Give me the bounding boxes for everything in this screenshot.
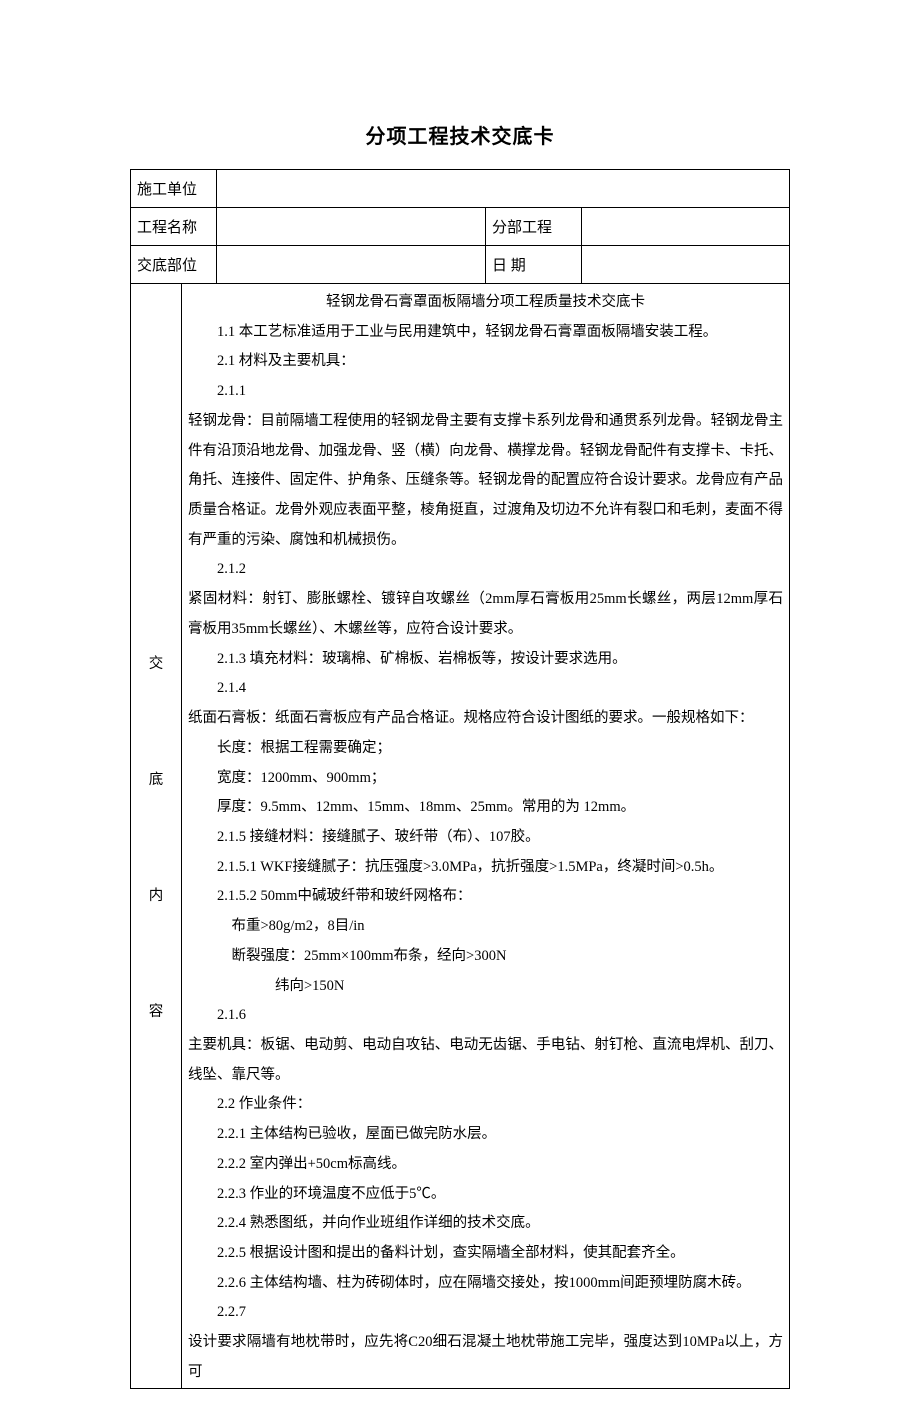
body-line: 长度：根据工程需要确定； [188, 734, 783, 764]
body-line: 宽度：1200mm、900mm； [188, 764, 783, 794]
body-line: 布重>80g/m2，8目/in [188, 912, 783, 942]
hdr-project-name-value [217, 208, 486, 246]
hdr-disclosure-part-value [217, 246, 486, 284]
body-line: 主要机具：板锯、电动剪、电动自攻钻、电动无齿锯、手电钻、射钉枪、直流电焊机、刮刀… [188, 1037, 783, 1083]
body-line: 2.1.5 接缝材料：接缝腻子、玻纤带（布）、107胶。 [188, 823, 783, 853]
content-body: 轻钢龙骨石膏罩面板隔墙分项工程质量技术交底卡 1.1 本工艺标准适用于工业与民用… [182, 284, 790, 1389]
body-line: 厚度：9.5mm、12mm、15mm、18mm、25mm。常用的为 12mm。 [188, 793, 783, 823]
body-line: 2.1 材料及主要机具： [188, 347, 783, 377]
hdr-date-value [582, 246, 790, 284]
body-line: 2.2.6 主体结构墙、柱为砖砌体时，应在隔墙交接处，按1000mm间距预埋防腐… [188, 1269, 783, 1299]
body-line: 2.1.5.2 50mm中碱玻纤带和玻纤网格布： [188, 882, 783, 912]
body-line: 2.2.7 [188, 1298, 783, 1328]
body-line: 设计要求隔墙有地枕带时，应先将C20细石混凝土地枕带施工完毕，强度达到10MPa… [188, 1334, 783, 1380]
hdr-project-name-label: 工程名称 [131, 208, 217, 246]
body-line: 2.2 作业条件： [188, 1090, 783, 1120]
body-line: 1.1 本工艺标准适用于工业与民用建筑中，轻钢龙骨石膏罩面板隔墙安装工程。 [188, 318, 783, 348]
content-table: 交底内容 轻钢龙骨石膏罩面板隔墙分项工程质量技术交底卡 1.1 本工艺标准适用于… [130, 283, 790, 1389]
body-line: 纬向>150N [188, 972, 783, 1002]
body-line: 2.1.3 填充材料：玻璃棉、矿棉板、岩棉板等，按设计要求选用。 [188, 645, 783, 675]
body-line: 纸面石膏板：纸面石膏板应有产品合格证。规格应符合设计图纸的要求。一般规格如下： [188, 710, 754, 726]
body-line: 2.1.2 [188, 555, 783, 585]
hdr-subproject-label: 分部工程 [486, 208, 582, 246]
body-line: 2.2.3 作业的环境温度不应低于5℃。 [188, 1180, 783, 1210]
header-table: 施工单位 工程名称 分部工程 交底部位 日 期 [130, 169, 790, 284]
body-line-title: 轻钢龙骨石膏罩面板隔墙分项工程质量技术交底卡 [188, 288, 783, 318]
page-title: 分项工程技术交底卡 [130, 120, 790, 149]
body-line: 2.1.4 [188, 674, 783, 704]
hdr-disclosure-part-label: 交底部位 [131, 246, 217, 284]
hdr-date-label: 日 期 [486, 246, 582, 284]
body-line: 2.1.1 [188, 377, 783, 407]
body-line: 2.1.6 [188, 1001, 783, 1031]
body-line: 轻钢龙骨：目前隔墙工程使用的轻钢龙骨主要有支撑卡系列龙骨和通贯系列龙骨。轻钢龙骨… [188, 413, 783, 548]
body-line: 2.1.5.1 WKF接缝腻子：抗压强度>3.0MPa，抗折强度>1.5MPa，… [188, 853, 783, 883]
hdr-subproject-value [582, 208, 790, 246]
body-line: 2.2.2 室内弹出+50cm标高线。 [188, 1150, 783, 1180]
body-line: 2.2.5 根据设计图和提出的备料计划，查实隔墙全部材料，使其配套齐全。 [188, 1239, 783, 1269]
hdr-construction-unit-label: 施工单位 [131, 170, 217, 208]
body-line: 紧固材料：射钉、膨胀螺栓、镀锌自攻螺丝（2mm厚石膏板用25mm长螺丝，两层12… [188, 591, 783, 637]
hdr-construction-unit-value [217, 170, 790, 208]
content-side-label: 交底内容 [131, 284, 182, 1389]
body-line: 2.2.4 熟悉图纸，并向作业班组作详细的技术交底。 [188, 1209, 783, 1239]
body-line: 断裂强度：25mm×100mm布条，经向>300N [188, 942, 783, 972]
body-line: 2.2.1 主体结构已验收，屋面已做完防水层。 [188, 1120, 783, 1150]
